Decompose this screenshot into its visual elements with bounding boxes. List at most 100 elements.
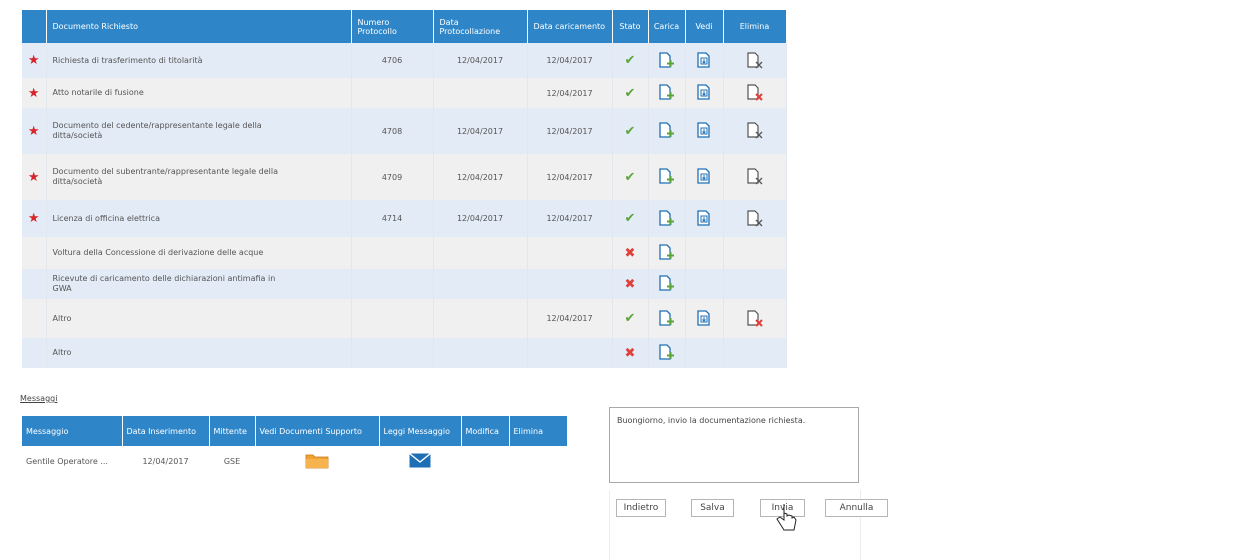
- upload-date-cell: 12/04/2017: [527, 78, 613, 108]
- view-document-icon[interactable]: [695, 309, 713, 329]
- header-messaggio: Messaggio: [22, 416, 123, 446]
- protocol-date-cell: [433, 338, 528, 368]
- status-cell: ✖: [612, 338, 649, 368]
- upload-date-cell: [527, 269, 613, 299]
- upload-cell: [648, 78, 686, 108]
- header-elimina-messaggio: Elimina: [509, 416, 568, 446]
- upload-date-cell: 12/04/2017: [527, 154, 613, 200]
- delete-cell: [723, 78, 787, 108]
- view-document-icon[interactable]: [695, 167, 713, 187]
- delete-cell: [723, 237, 787, 269]
- header-numero-protocollo: Numero Protocollo: [351, 10, 434, 43]
- mouse-pointer-icon: [776, 504, 797, 531]
- upload-document-icon[interactable]: [658, 121, 676, 141]
- view-support-docs-cell: [255, 446, 379, 476]
- required-cell: [22, 269, 47, 299]
- view-document-icon[interactable]: [695, 51, 713, 71]
- messages-title: Messaggi: [20, 394, 58, 403]
- document-name-cell: Richiesta di trasferimento di titolarità: [46, 43, 352, 78]
- required-cell: [22, 299, 47, 338]
- header-vedi-documenti: Vedi Documenti Supporto: [255, 416, 380, 446]
- delete-message-cell: [509, 446, 567, 476]
- required-cell: ★: [22, 78, 47, 108]
- upload-cell: [648, 338, 686, 368]
- protocol-date-cell: [433, 237, 528, 269]
- star-icon: ★: [27, 85, 40, 101]
- document-name: Documento del subentrante/rappresentante…: [52, 167, 279, 186]
- protocol-number-cell: 4709: [351, 154, 434, 200]
- document-row: Voltura della Concessione di derivazione…: [22, 237, 787, 269]
- header-carica: Carica: [648, 10, 686, 43]
- document-row: ★ Richiesta di trasferimento di titolarit…: [22, 43, 787, 78]
- document-name: Richiesta di trasferimento di titolarità: [52, 55, 203, 65]
- delete-document-icon[interactable]: [746, 209, 764, 229]
- delete-cell: [723, 43, 787, 78]
- upload-document-icon[interactable]: [658, 309, 676, 329]
- edit-message-cell: [461, 446, 509, 476]
- upload-date-cell: 12/04/2017: [527, 43, 613, 78]
- folder-icon[interactable]: [305, 451, 329, 471]
- upload-document-icon[interactable]: [658, 274, 676, 294]
- salva-button[interactable]: Salva: [691, 499, 734, 517]
- upload-date-cell: [527, 237, 613, 269]
- status-cell: ✖: [612, 237, 649, 269]
- required-cell: ★: [22, 154, 47, 200]
- protocol-date-cell: 12/04/2017: [433, 154, 528, 200]
- delete-cell: [723, 299, 787, 338]
- upload-document-icon[interactable]: [658, 51, 676, 71]
- view-cell: [685, 108, 724, 154]
- upload-document-icon[interactable]: [658, 167, 676, 187]
- upload-cell: [648, 299, 686, 338]
- checkmark-icon: ✔: [624, 311, 636, 326]
- header-data-inserimento: Data Inserimento: [122, 416, 210, 446]
- indietro-button[interactable]: Indietro: [616, 499, 666, 517]
- document-name: Altro: [52, 348, 72, 357]
- document-name-cell: Documento del subentrante/rappresentante…: [46, 154, 352, 200]
- header-leggi-messaggio: Leggi Messaggio: [379, 416, 462, 446]
- protocol-number-cell: 4714: [351, 200, 434, 237]
- status-cell: ✔: [612, 154, 649, 200]
- view-cell: [685, 237, 724, 269]
- message-row: Gentile Operatore ... 12/04/2017 GSE: [22, 446, 567, 476]
- document-name: Altro: [52, 313, 72, 323]
- checkmark-icon: ✔: [624, 123, 636, 139]
- delete-document-icon[interactable]: [746, 309, 764, 329]
- upload-document-icon[interactable]: [658, 209, 676, 229]
- star-icon: ★: [27, 169, 40, 185]
- status-cell: ✔: [612, 43, 649, 78]
- document-row: Altro ✖: [22, 338, 787, 368]
- upload-cell: [648, 237, 686, 269]
- view-document-icon[interactable]: [695, 121, 713, 141]
- protocol-number-cell: 4708: [351, 108, 434, 154]
- required-cell: [22, 237, 47, 269]
- upload-document-icon[interactable]: [658, 243, 676, 263]
- delete-document-icon[interactable]: [746, 167, 764, 187]
- upload-cell: [648, 200, 686, 237]
- document-name: Ricevute di caricamento delle dichiarazi…: [52, 274, 276, 293]
- envelope-icon[interactable]: [409, 452, 431, 470]
- protocol-date-cell: 12/04/2017: [433, 200, 528, 237]
- delete-document-icon[interactable]: [746, 83, 764, 103]
- required-cell: [22, 338, 47, 368]
- star-icon: ★: [27, 123, 40, 139]
- upload-document-icon[interactable]: [658, 343, 676, 363]
- view-cell: [685, 200, 724, 237]
- view-cell: [685, 43, 724, 78]
- delete-cell: [723, 108, 787, 154]
- protocol-number-cell: [351, 78, 434, 108]
- header-modifica: Modifica: [461, 416, 510, 446]
- view-cell: [685, 299, 724, 338]
- view-document-icon[interactable]: [695, 209, 713, 229]
- required-cell: ★: [22, 200, 47, 237]
- delete-document-icon[interactable]: [746, 51, 764, 71]
- protocol-number-cell: 4706: [351, 43, 434, 78]
- upload-document-icon[interactable]: [658, 83, 676, 103]
- delete-cell: [723, 338, 787, 368]
- reply-textarea[interactable]: Buongiorno, invio la documentazione rich…: [609, 407, 859, 483]
- message-sender: GSE: [209, 446, 255, 476]
- annulla-button[interactable]: Annulla: [825, 499, 888, 517]
- upload-date-cell: 12/04/2017: [527, 200, 613, 237]
- view-document-icon[interactable]: [695, 83, 713, 103]
- delete-document-icon[interactable]: [746, 121, 764, 141]
- messages-table: Messaggio Data Inserimento Mittente Vedi…: [22, 416, 568, 476]
